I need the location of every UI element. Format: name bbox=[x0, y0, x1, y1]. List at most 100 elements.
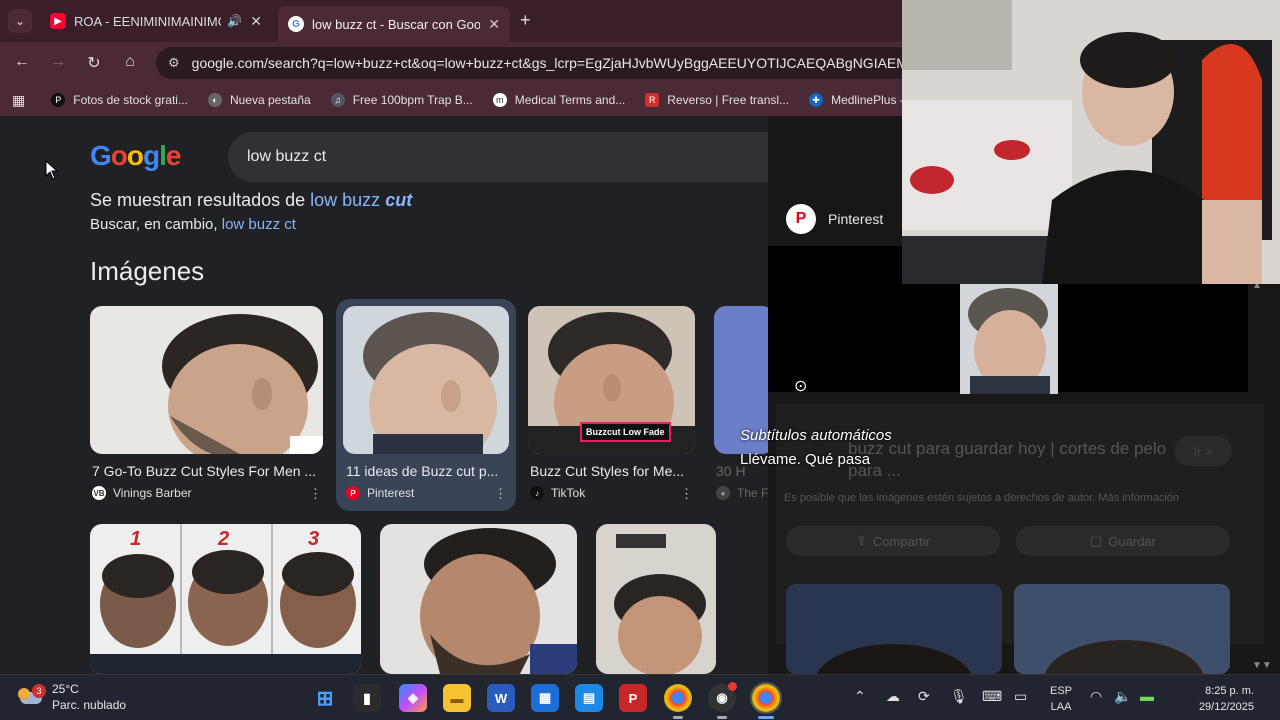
tab-title: low buzz ct - Buscar con Google bbox=[312, 16, 481, 32]
windows-start-icon[interactable]: ⊞ bbox=[311, 684, 339, 712]
related-image[interactable] bbox=[786, 584, 1002, 674]
image-result-selected[interactable]: 11 ideas de Buzz cut p... P Pinterest ⋮ bbox=[336, 299, 516, 511]
show-hidden-icons-icon[interactable]: ⌃ bbox=[854, 688, 866, 705]
file-explorer-icon[interactable]: ▬ bbox=[443, 684, 471, 712]
copilot-icon[interactable]: ◈ bbox=[399, 684, 427, 712]
preview-source[interactable]: P Pinterest bbox=[786, 204, 883, 234]
corrected-query-link[interactable]: low buzz cut bbox=[310, 190, 412, 210]
task-view-icon[interactable]: ▮ bbox=[353, 684, 381, 712]
display-icon[interactable]: ▭ bbox=[1014, 688, 1027, 705]
save-button[interactable]: ▢ Guardar bbox=[1016, 526, 1230, 556]
tab-search-button[interactable]: ⌄ bbox=[8, 9, 32, 33]
share-button[interactable]: ⇪ Compartir bbox=[786, 526, 1000, 556]
address-bar[interactable]: ⚙ google.com/search?q=low+buzz+ct&oq=low… bbox=[156, 47, 916, 79]
search-instead: Buscar, en cambio, low buzz ct bbox=[90, 216, 296, 233]
chrome-profile-icon[interactable] bbox=[752, 684, 780, 712]
bookmark-item[interactable]: ♫ Free 100bpm Trap B... bbox=[330, 93, 473, 107]
more-options-icon[interactable]: ⋮ bbox=[680, 486, 693, 502]
weather-widget[interactable]: 3 25°C Parc. nublado bbox=[18, 681, 126, 713]
battery-icon[interactable]: ▬ bbox=[1140, 688, 1154, 704]
result-caption[interactable]: 7 Go-To Buzz Cut Styles For Men ... bbox=[92, 463, 322, 479]
close-tab-icon[interactable]: ✕ bbox=[488, 16, 500, 33]
wifi-icon[interactable]: ◠ bbox=[1090, 688, 1102, 705]
search-query: low buzz ct bbox=[247, 148, 327, 165]
weather-desc: Parc. nublado bbox=[52, 698, 127, 712]
preview-title[interactable]: buzz cut para guardar hoy | cortes de pe… bbox=[848, 438, 1168, 482]
pinterest-icon: P bbox=[786, 204, 816, 234]
result-thumbnail[interactable] bbox=[90, 306, 323, 454]
bookmark-item[interactable]: m Medical Terms and... bbox=[492, 93, 625, 107]
result-source[interactable]: VB Vinings Barber bbox=[92, 486, 192, 500]
site-icon: ● bbox=[716, 486, 730, 500]
more-options-icon[interactable]: ⋮ bbox=[309, 486, 322, 502]
preview-haircut-photo bbox=[960, 284, 1058, 394]
result-source[interactable]: P Pinterest bbox=[346, 486, 414, 500]
volume-icon[interactable]: 🔈 bbox=[1114, 688, 1131, 705]
calendar-icon[interactable]: ▤ bbox=[575, 684, 603, 712]
images-section-title: Imágenes bbox=[90, 256, 205, 286]
site-info-icon[interactable]: ⚙ bbox=[168, 55, 180, 71]
result-source[interactable]: ♪ TikTok bbox=[530, 486, 585, 500]
running-indicator bbox=[673, 716, 683, 719]
image-result[interactable]: Buzzcut Low Fade Buzz Cut Styles for Me.… bbox=[528, 306, 698, 511]
home-icon[interactable]: ⌂ bbox=[120, 53, 140, 71]
medlineplus-icon: ✚ bbox=[809, 93, 824, 107]
keyboard-icon[interactable]: ⌨ bbox=[982, 688, 1002, 705]
live-captions: Subtítulos automáticos Llévame. Qué pasa bbox=[740, 424, 892, 472]
result-caption[interactable]: 11 ideas de Buzz cut p... bbox=[346, 463, 506, 479]
bookmarks-bar: ▦ P Fotos de stock grati... ◐ Nueva pestañ… bbox=[0, 84, 902, 116]
onedrive-off-icon[interactable]: ☁ bbox=[886, 688, 900, 705]
word-icon[interactable]: W bbox=[487, 684, 515, 712]
cloud-sun-icon: 3 bbox=[18, 684, 46, 708]
more-options-icon[interactable]: ⋮ bbox=[494, 486, 507, 502]
new-tab-button[interactable]: + bbox=[520, 10, 531, 31]
microphone-tray-icon[interactable]: 🎙 bbox=[950, 688, 968, 705]
apps-icon[interactable]: ▦ bbox=[12, 92, 25, 109]
visit-button[interactable]: Ir > bbox=[1174, 436, 1232, 466]
image-result[interactable]: 7 Go-To Buzz Cut Styles For Men ... VB V… bbox=[90, 306, 325, 511]
result-source[interactable]: ● The F bbox=[716, 486, 768, 500]
bookmark-item[interactable]: ✚MedlinePlus - Inf bbox=[809, 93, 902, 107]
language-indicator[interactable]: ESP LAA bbox=[1050, 683, 1072, 715]
powerpoint-icon[interactable]: P bbox=[619, 684, 647, 712]
tab-google-search[interactable]: G low buzz ct - Buscar con Google ✕ bbox=[278, 6, 510, 42]
result-thumbnail[interactable] bbox=[343, 306, 509, 454]
result-caption[interactable]: Buzz Cut Styles for Me... bbox=[530, 463, 692, 479]
running-indicator bbox=[717, 716, 727, 719]
forward-icon[interactable]: → bbox=[48, 53, 68, 71]
medical-icon: m bbox=[492, 93, 507, 107]
active-indicator bbox=[758, 716, 774, 719]
reload-icon[interactable]: ↻ bbox=[84, 53, 104, 73]
globe-icon: ◐ bbox=[207, 93, 222, 107]
related-haircut-photo bbox=[1014, 584, 1230, 674]
image-result[interactable]: 1 2 3 bbox=[90, 524, 361, 674]
copyright-notice: Es posible que las imágenes estén sujeta… bbox=[784, 492, 1180, 504]
speaker-icon[interactable]: 🔊 bbox=[227, 14, 242, 28]
haircut-photo bbox=[596, 524, 716, 674]
lens-search-icon[interactable]: ⊙ bbox=[794, 376, 807, 396]
related-image[interactable] bbox=[1014, 584, 1230, 674]
back-icon[interactable]: ← bbox=[12, 53, 32, 71]
spelling-correction: Se muestran resultados de low buzz cut bbox=[90, 190, 413, 210]
clock[interactable]: 8:25 p. m. 29/12/2025 bbox=[1184, 683, 1254, 715]
scroll-down-icon[interactable]: ▼▼ bbox=[1252, 660, 1272, 671]
url-text: google.com/search?q=low+buzz+ct&oq=low+b… bbox=[191, 55, 916, 71]
google-logo[interactable]: Google bbox=[90, 140, 181, 172]
stage-number: 2 bbox=[218, 528, 230, 550]
result-thumbnail[interactable]: Buzzcut Low Fade bbox=[528, 306, 695, 454]
image-result[interactable]: 30 H ● The F bbox=[714, 306, 768, 511]
bookmark-item[interactable]: P Fotos de stock grati... bbox=[51, 93, 188, 107]
image-result[interactable] bbox=[596, 524, 716, 674]
windows-taskbar: 3 25°C Parc. nublado ⊞ ▮ ◈ ▬ W ▦ ▤ P ◉ ⌃… bbox=[0, 674, 1280, 720]
original-query-link[interactable]: low buzz ct bbox=[222, 216, 296, 233]
bookmark-item[interactable]: R Reverso | Free transl... bbox=[645, 93, 789, 107]
bookmark-item[interactable]: ◐ Nueva pestaña bbox=[207, 93, 311, 107]
sync-icon[interactable]: ⟳ bbox=[918, 688, 930, 705]
webcam-feed bbox=[902, 0, 1280, 284]
image-result[interactable] bbox=[380, 524, 577, 674]
tab-youtube[interactable]: ▶ ROA - EENIMINIMAINIMO 🔊 ✕ bbox=[40, 6, 272, 36]
microsoft-store-icon[interactable]: ▦ bbox=[531, 684, 559, 712]
reverso-icon: R bbox=[645, 93, 660, 107]
chrome-icon[interactable] bbox=[664, 684, 692, 712]
close-tab-icon[interactable]: ✕ bbox=[250, 13, 262, 30]
